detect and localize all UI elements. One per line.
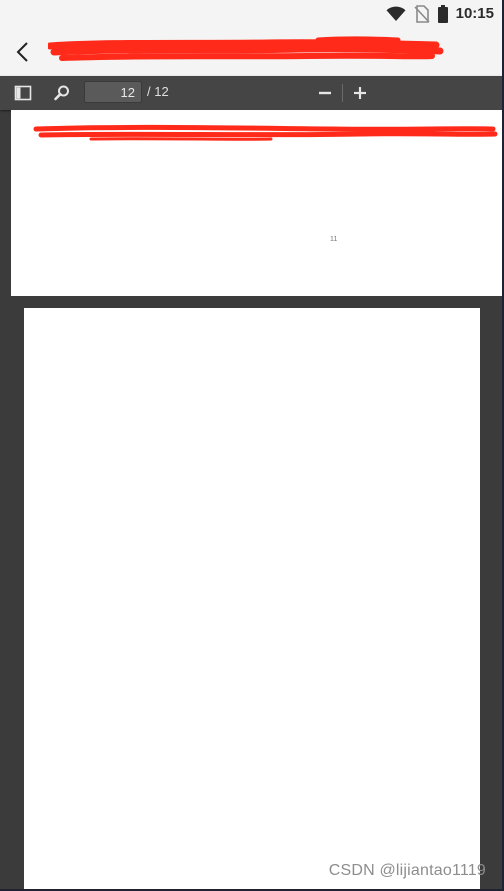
watermark: CSDN @lijiantao1119 (328, 862, 486, 879)
app-bar (0, 28, 502, 76)
plus-icon (354, 87, 366, 99)
pdf-toolbar: / 12 (0, 76, 502, 110)
title-area (48, 34, 448, 70)
pdf-page-current (24, 308, 480, 889)
zoom-in-button[interactable] (349, 82, 371, 104)
search-button[interactable] (51, 82, 73, 104)
page-count: / 12 (147, 84, 169, 99)
no-sim-icon (414, 5, 430, 23)
status-time: 10:15 (455, 5, 494, 22)
zoom-out-button[interactable] (314, 82, 336, 104)
sidebar-toggle-button[interactable] (12, 82, 34, 104)
screen: 10:15 12 / 12 11 CSDN @lijiantao1119 (0, 0, 504, 891)
title-redaction (48, 36, 444, 61)
toolbar-divider (342, 84, 343, 102)
minus-icon (319, 91, 331, 95)
wifi-icon (386, 6, 406, 21)
status-bar: 10:15 (0, 0, 502, 28)
page-header-redaction (33, 124, 498, 141)
page-number-input[interactable] (84, 81, 142, 103)
pdf-page-previous: 11 (11, 110, 502, 296)
back-button[interactable] (10, 38, 38, 66)
battery-icon (437, 5, 448, 23)
status-icons: 10:15 (386, 4, 494, 24)
sidebar-toggle-icon (14, 85, 32, 101)
search-icon (54, 85, 69, 101)
chevron-left-icon (16, 42, 28, 62)
page-number-label: 11 (330, 236, 338, 243)
